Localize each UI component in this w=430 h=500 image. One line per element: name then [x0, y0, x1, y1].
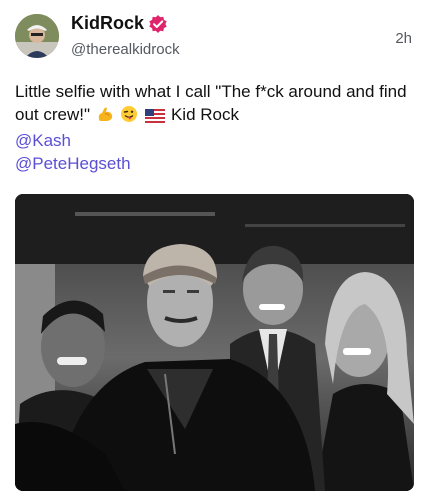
author-name-text: KidRock — [71, 13, 145, 33]
author-display-name[interactable]: KidRock — [71, 13, 168, 34]
author-avatar[interactable] — [15, 14, 59, 58]
post-text: Little selfie with what I call "The f*ck… — [15, 80, 417, 175]
verified-badge-icon — [148, 14, 168, 34]
flexed-biceps-icon — [96, 105, 114, 129]
winking-face-with-tongue-icon — [120, 105, 138, 129]
author-handle[interactable]: @therealkidrock — [71, 41, 180, 58]
us-flag-icon — [145, 106, 166, 129]
post-photo[interactable] — [15, 194, 414, 491]
post-text-suffix: Kid Rock — [170, 105, 239, 124]
post-timestamp[interactable]: 2h — [395, 30, 412, 47]
post-card: KidRock @therealkidrock 2h Little selfie… — [0, 0, 430, 500]
mention-link-kash[interactable]: @Kash — [15, 129, 417, 152]
mention-link-petehegseth[interactable]: @PeteHegseth — [15, 152, 417, 175]
